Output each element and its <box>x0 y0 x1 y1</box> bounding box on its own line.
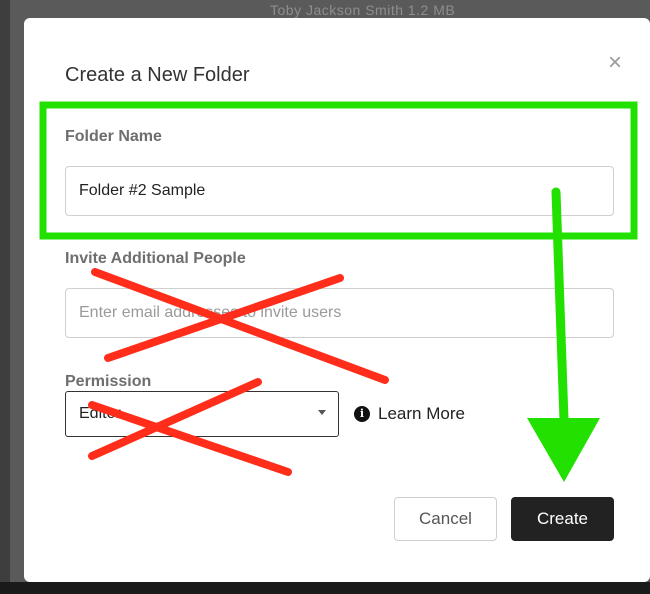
invite-email-input[interactable]: Enter email addresses to invite users <box>65 288 614 338</box>
info-icon: i <box>354 406 370 422</box>
permission-select[interactable]: Editor <box>65 391 339 437</box>
invite-email-placeholder: Enter email addresses to invite users <box>79 304 342 321</box>
permission-label: Permission <box>65 373 152 390</box>
chevron-down-icon <box>318 410 326 415</box>
background-edge <box>0 0 10 594</box>
dialog-title: Create a New Folder <box>65 64 250 86</box>
close-icon[interactable]: × <box>604 51 626 75</box>
folder-name-value: Folder #2 Sample <box>79 182 206 199</box>
invite-people-label: Invite Additional People <box>65 250 246 267</box>
create-folder-dialog: Create a New Folder × Folder Name Folder… <box>24 18 650 582</box>
create-button[interactable]: Create <box>511 497 614 541</box>
folder-name-input[interactable]: Folder #2 Sample <box>65 166 614 216</box>
background-bottom-bar <box>0 582 650 594</box>
folder-name-label: Folder Name <box>65 128 162 145</box>
learn-more-label: Learn More <box>378 404 465 423</box>
learn-more-link[interactable]: i Learn More <box>354 404 465 424</box>
background-file-row: Toby Jackson Smith 1.2 MB <box>270 2 456 18</box>
cancel-button[interactable]: Cancel <box>394 497 497 541</box>
permission-selected-value: Editor <box>79 405 121 422</box>
